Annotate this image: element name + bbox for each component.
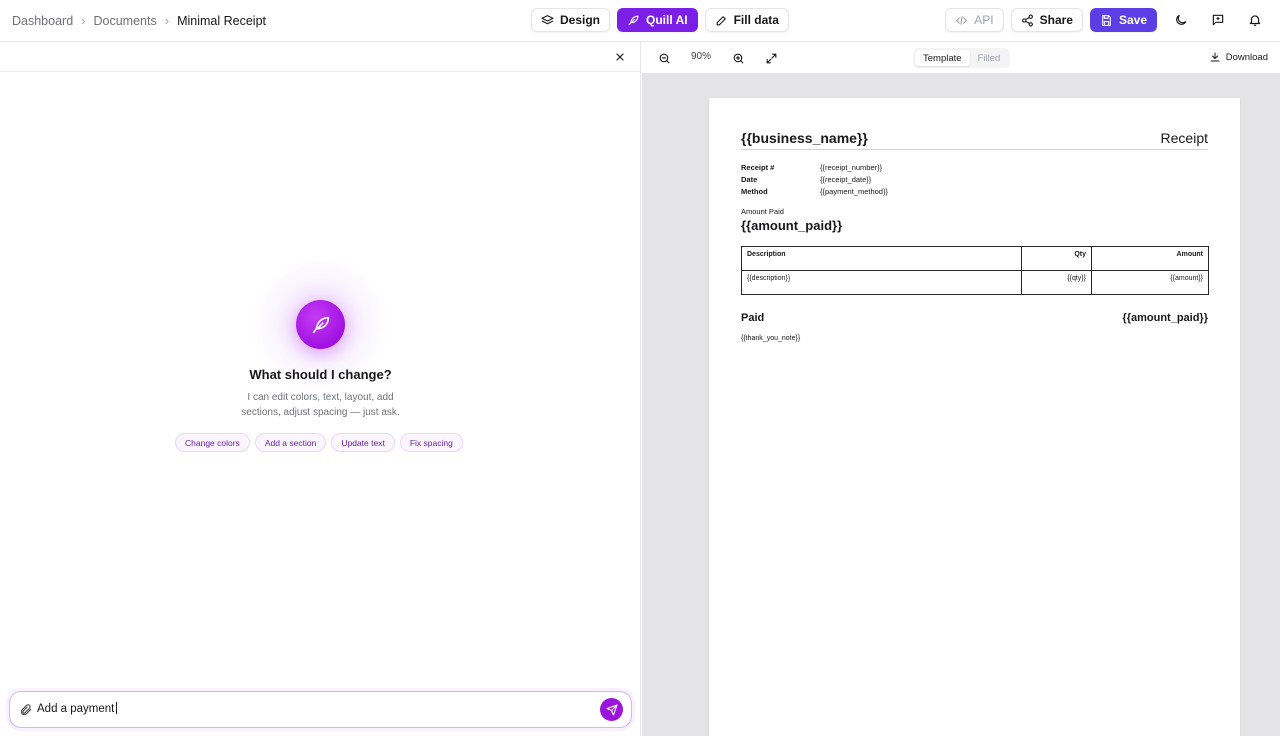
suggestion-chips: Change colors Add a section Update text … bbox=[175, 433, 463, 452]
download-button[interactable]: Download bbox=[1209, 51, 1268, 63]
chip-change-colors[interactable]: Change colors bbox=[175, 433, 250, 452]
feather-icon bbox=[312, 316, 329, 333]
code-icon bbox=[956, 15, 968, 25]
breadcrumb-current: Minimal Receipt bbox=[177, 13, 266, 28]
chevron-right-icon: › bbox=[164, 13, 170, 28]
document-title: Receipt bbox=[1160, 130, 1208, 146]
paid-value: {{amount_paid}} bbox=[1122, 312, 1208, 324]
preview-panel: 90% Template Filled Download {{business_… bbox=[642, 42, 1280, 736]
ai-panel: What should I change? I can edit colors,… bbox=[0, 42, 641, 736]
api-label: API bbox=[974, 13, 994, 27]
send-icon bbox=[605, 703, 618, 716]
tab-filled[interactable]: Filled bbox=[970, 50, 1009, 66]
send-button[interactable] bbox=[600, 698, 623, 721]
prompt-composer[interactable]: Add a payment bbox=[9, 691, 632, 728]
share-icon bbox=[1021, 14, 1033, 26]
fill-data-label: Fill data bbox=[733, 13, 779, 27]
feedback-button[interactable] bbox=[1205, 8, 1231, 32]
cell-amount: {{amount}} bbox=[1091, 270, 1209, 295]
chip-fix-spacing[interactable]: Fix spacing bbox=[399, 433, 463, 452]
line-items-table: Description Qty Amount {{description}} {… bbox=[741, 246, 1209, 295]
design-label: Design bbox=[560, 13, 601, 27]
message-square-icon bbox=[1212, 14, 1224, 26]
paid-label: Paid bbox=[741, 312, 765, 324]
receipt-meta: Receipt # {{receipt_number}} Date {{rece… bbox=[741, 162, 888, 198]
save-button[interactable]: Save bbox=[1089, 8, 1157, 32]
amount-paid-label: Amount Paid bbox=[741, 207, 784, 216]
table-header-row: Description Qty Amount bbox=[741, 246, 1209, 271]
preview-toolbar: 90% Template Filled Download bbox=[642, 42, 1280, 74]
download-label: Download bbox=[1225, 51, 1268, 63]
paperclip-icon[interactable] bbox=[19, 703, 33, 717]
ai-empty-state: What should I change? I can edit colors,… bbox=[0, 42, 641, 736]
notifications-button[interactable] bbox=[1242, 8, 1268, 32]
meta-row: Receipt # {{receipt_number}} bbox=[741, 162, 888, 174]
meta-value: {{payment_method}} bbox=[820, 187, 888, 196]
breadcrumb-dashboard[interactable]: Dashboard bbox=[12, 14, 73, 28]
moon-icon bbox=[1176, 14, 1187, 25]
breadcrumb-documents[interactable]: Documents bbox=[94, 14, 157, 28]
share-button[interactable]: Share bbox=[1010, 8, 1083, 32]
chevron-right-icon: › bbox=[81, 13, 86, 28]
view-mode-toggle: Template Filled bbox=[913, 48, 1011, 68]
layers-icon bbox=[541, 14, 554, 24]
feather-icon bbox=[628, 15, 639, 25]
meta-row: Method {{payment_method}} bbox=[741, 186, 888, 198]
breadcrumb: Dashboard › Documents › Minimal Receipt bbox=[12, 0, 266, 41]
cell-qty: {{qty}} bbox=[1021, 270, 1092, 295]
chip-update-text[interactable]: Update text bbox=[331, 433, 395, 452]
download-icon bbox=[1210, 52, 1220, 62]
table-row: {{description}} {{qty}} {{amount}} bbox=[741, 270, 1209, 295]
cell-description: {{description}} bbox=[741, 270, 1022, 295]
mode-buttons: Design Quill AI Fill data bbox=[531, 8, 789, 32]
header-qty: Qty bbox=[1021, 246, 1092, 271]
document-page: {{business_name}} Receipt Receipt # {{re… bbox=[709, 98, 1240, 736]
fill-data-button[interactable]: Fill data bbox=[704, 8, 789, 32]
ai-orb bbox=[296, 300, 345, 349]
pencil-icon bbox=[716, 15, 726, 25]
empty-state-subtitle: I can edit colors, text, layout, add sec… bbox=[241, 392, 400, 418]
empty-state-title: What should I change? bbox=[249, 367, 392, 382]
header-divider bbox=[741, 149, 1208, 150]
zoom-in-icon bbox=[733, 53, 743, 63]
save-label: Save bbox=[1118, 13, 1147, 27]
quill-ai-button[interactable]: Quill AI bbox=[617, 8, 698, 32]
business-name: {{business_name}} bbox=[741, 130, 868, 146]
chip-add-section[interactable]: Add a section bbox=[254, 433, 327, 452]
header-amount: Amount bbox=[1091, 246, 1209, 271]
share-label: Share bbox=[1039, 13, 1073, 27]
prompt-input[interactable]: Add a payment bbox=[37, 702, 118, 715]
fullscreen-button[interactable] bbox=[763, 50, 779, 66]
text-caret bbox=[116, 702, 118, 714]
meta-key: Receipt # bbox=[741, 163, 775, 172]
save-icon bbox=[1102, 14, 1111, 26]
zoom-in-button[interactable] bbox=[730, 50, 746, 66]
prompt-input-value: Add a payment bbox=[37, 703, 115, 715]
meta-key: Method bbox=[741, 187, 768, 196]
header-actions: API Share Save bbox=[945, 8, 1268, 32]
zoom-level: 90% bbox=[691, 51, 712, 62]
top-bar: Dashboard › Documents › Minimal Receipt … bbox=[0, 0, 1280, 42]
theme-toggle-button[interactable] bbox=[1168, 8, 1194, 32]
amount-paid-value: {{amount_paid}} bbox=[741, 218, 843, 233]
meta-key: Date bbox=[741, 175, 758, 184]
design-button[interactable]: Design bbox=[531, 8, 611, 32]
expand-icon bbox=[766, 53, 776, 63]
meta-value: {{receipt_date}} bbox=[820, 175, 872, 184]
quill-ai-label: Quill AI bbox=[646, 13, 688, 27]
zoom-out-button[interactable] bbox=[656, 50, 672, 66]
header-description: Description bbox=[741, 246, 1022, 271]
api-button[interactable]: API bbox=[945, 8, 1004, 32]
thank-you-note: {{thank_you_note}} bbox=[741, 335, 801, 342]
meta-row: Date {{receipt_date}} bbox=[741, 174, 888, 186]
zoom-out-icon bbox=[659, 53, 669, 63]
tab-template[interactable]: Template bbox=[915, 50, 970, 66]
meta-value: {{receipt_number}} bbox=[820, 163, 883, 172]
bell-icon bbox=[1249, 15, 1261, 26]
